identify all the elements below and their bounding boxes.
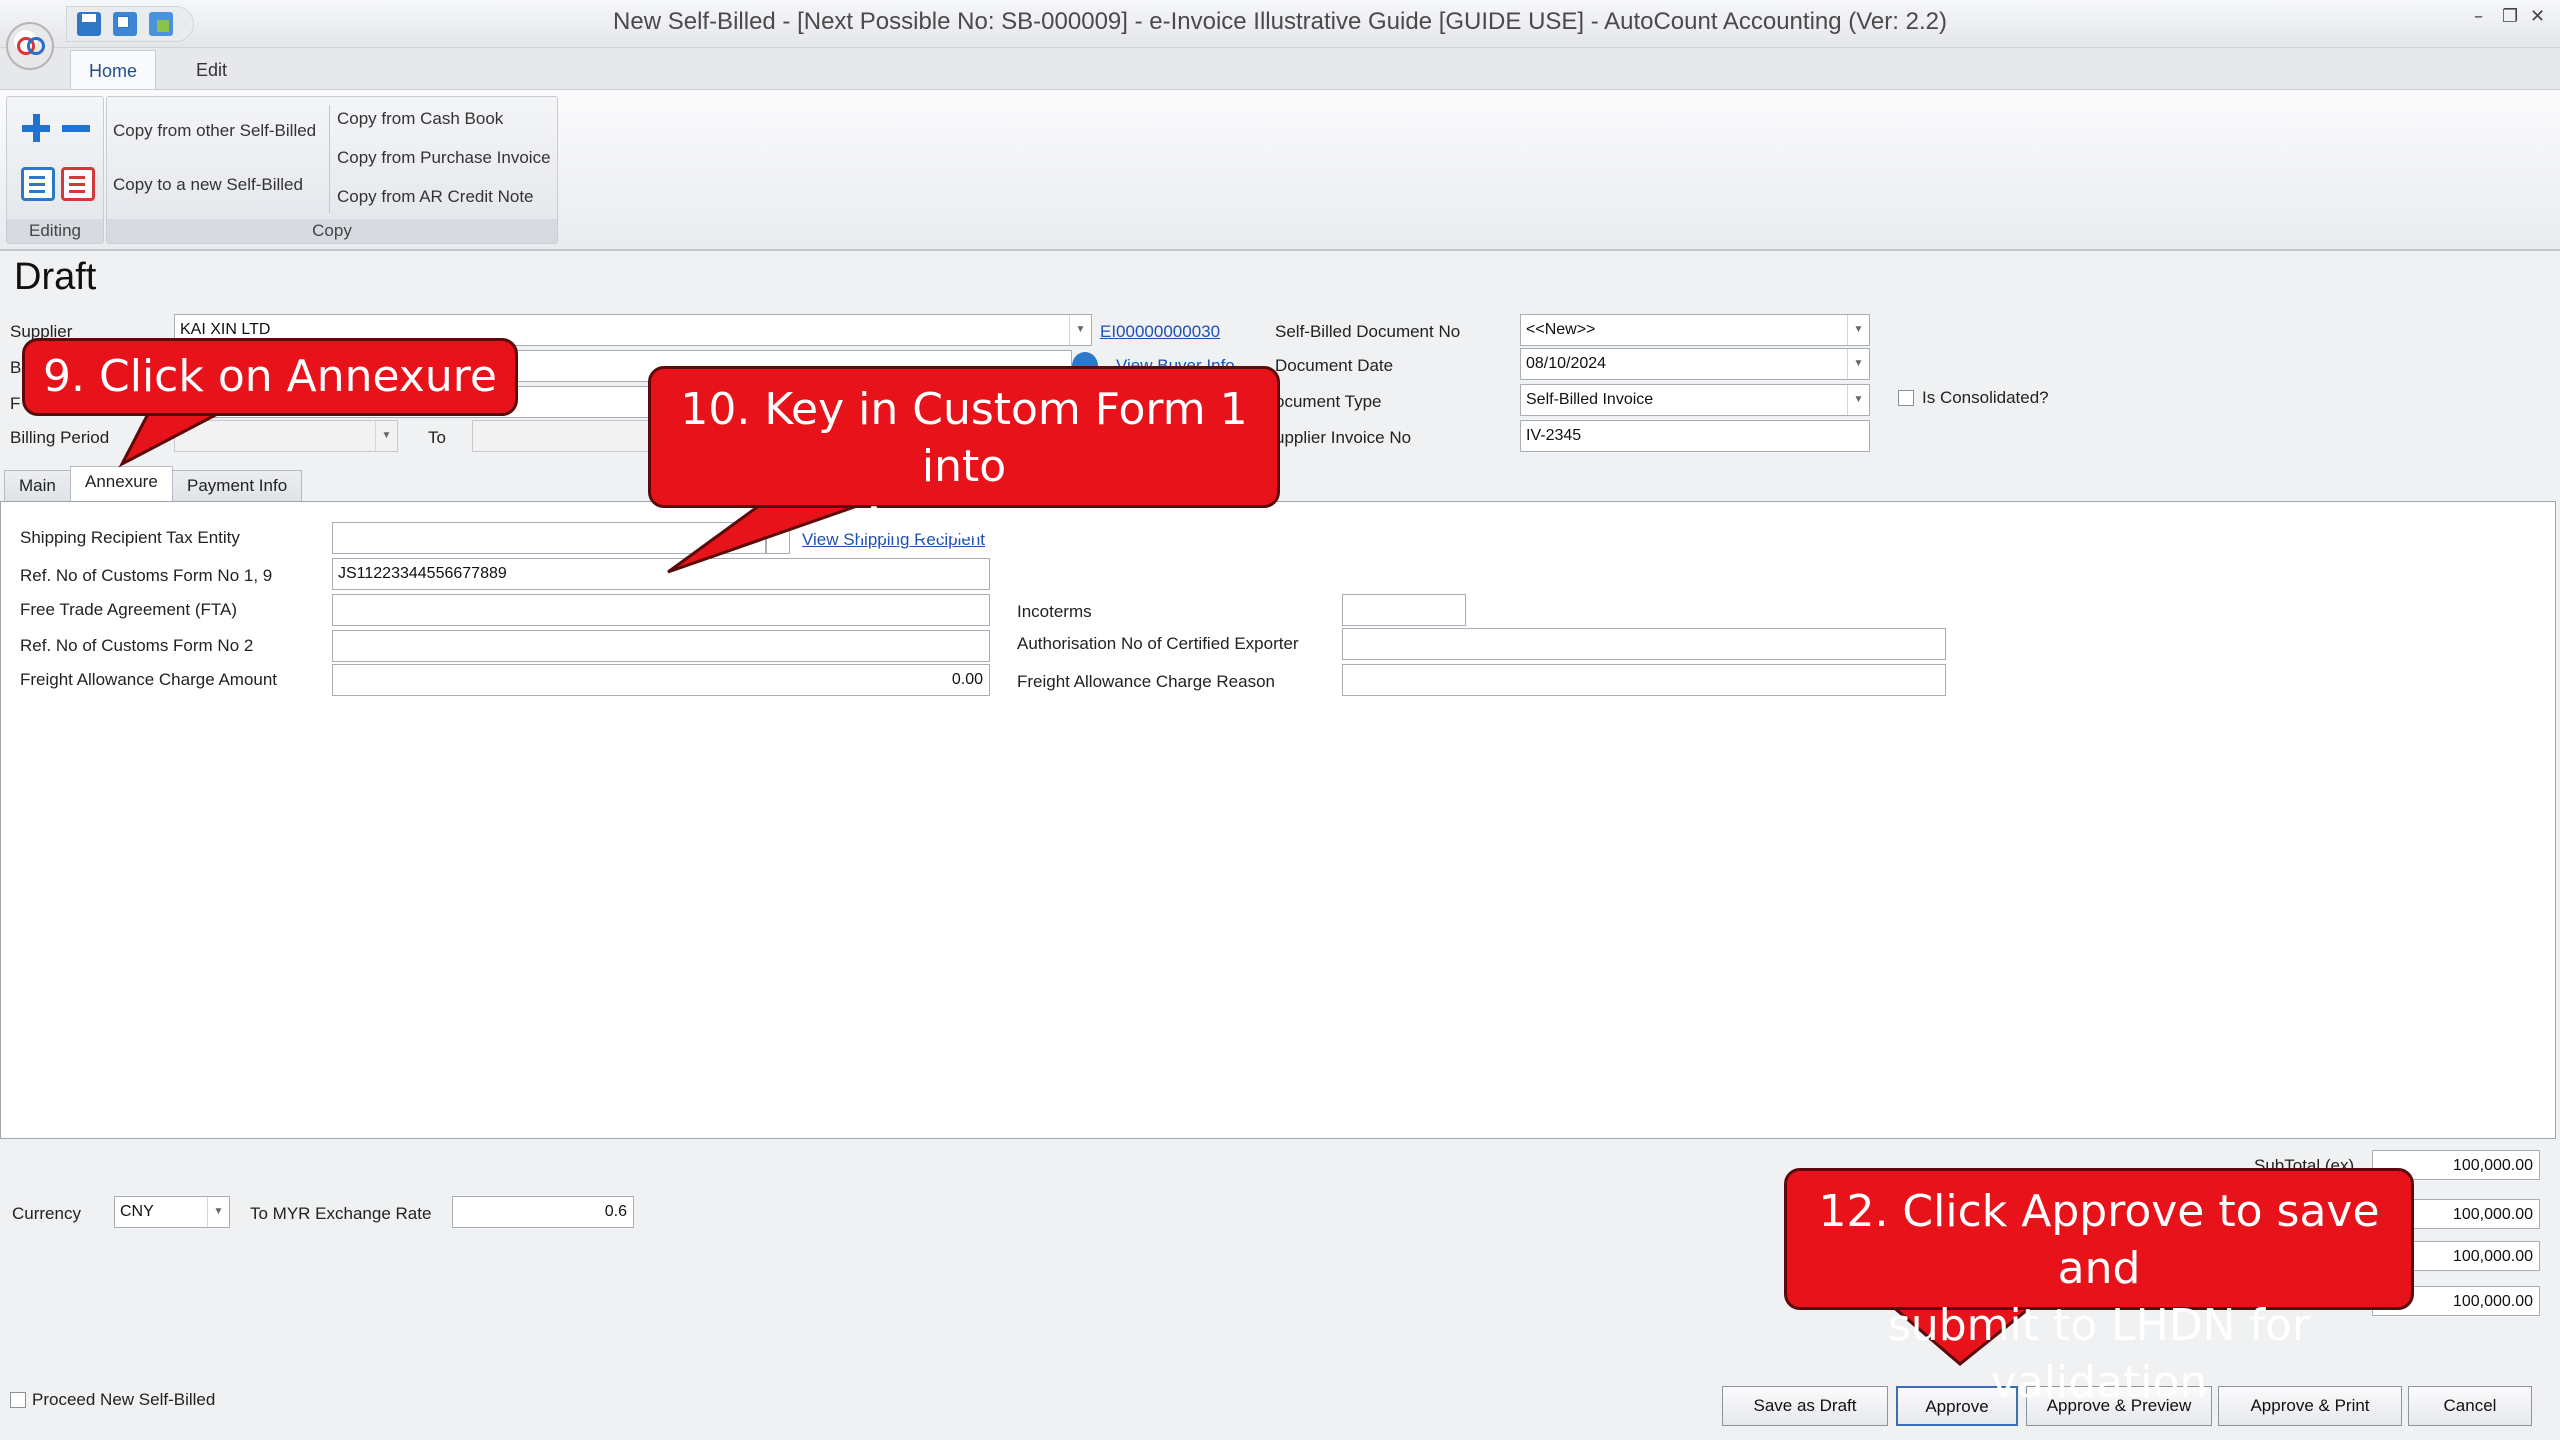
doc-no-value: <<New>> (1526, 321, 1596, 338)
customs-form2-field[interactable] (332, 630, 990, 662)
currency-value: CNY (120, 1203, 154, 1220)
billing-period-label: Billing Period (10, 428, 110, 447)
auth-exporter-field[interactable] (1342, 628, 1946, 660)
doc-date-label: Document Date (1275, 356, 1394, 375)
customs-form1-field[interactable]: JS11223344556677889 (332, 558, 990, 590)
row3-label: F (10, 394, 21, 413)
view-document-icon[interactable] (61, 167, 95, 201)
remove-icon[interactable] (59, 111, 93, 145)
ribbon-group-copy: Copy from other Self-Billed Copy to a ne… (106, 96, 558, 244)
doc-type-label: ocument Type (1275, 392, 1382, 411)
customs-form1-label: Ref. No of Customs Form No 1, 9 (20, 566, 273, 585)
edit-document-icon[interactable] (21, 167, 55, 201)
callout-step9-text: 9. Click on Annexure (43, 351, 497, 402)
doc-type-value: Self-Billed Invoice (1526, 391, 1654, 408)
save-icon[interactable] (77, 12, 101, 36)
doc-date-value: 08/10/2024 (1526, 355, 1607, 372)
save-as-icon[interactable] (113, 12, 137, 36)
fta-label: Free Trade Agreement (FTA) (20, 600, 237, 619)
document-status: Draft (14, 256, 97, 298)
ribbon-group-editing: Editing (6, 96, 104, 244)
chevron-down-icon[interactable]: ▼ (1847, 315, 1869, 345)
chevron-down-icon[interactable]: ▼ (375, 421, 397, 451)
exchange-rate-field[interactable]: 0.6 (452, 1196, 634, 1228)
currency-label: Currency (12, 1204, 81, 1223)
billing-period-to-label: To (428, 428, 446, 447)
cancel-button[interactable]: Cancel (2408, 1386, 2532, 1426)
incoterms-field[interactable] (1342, 594, 1466, 626)
exchange-rate-label: To MYR Exchange Rate (250, 1204, 432, 1223)
freight-reason-label: Freight Allowance Charge Reason (1017, 672, 1275, 691)
ribbon-group-copy-label: Copy (107, 219, 557, 243)
ribbon-tab-home[interactable]: Home (70, 50, 157, 90)
customs-form2-label: Ref. No of Customs Form No 2 (20, 636, 254, 655)
billing-period-from[interactable]: ▼ (174, 420, 398, 452)
chevron-down-icon[interactable]: ▼ (1847, 349, 1869, 379)
currency-field[interactable]: CNY ▼ (114, 1196, 230, 1228)
copy-to-new-self-billed-button[interactable]: Copy to a new Self-Billed (113, 175, 303, 195)
tab-payment-info[interactable]: Payment Info (172, 470, 303, 502)
shipping-recipient-label: Shipping Recipient Tax Entity (20, 528, 240, 547)
copy-from-purchase-invoice-button[interactable]: Copy from Purchase Invoice (337, 148, 551, 168)
chevron-down-icon[interactable]: ▼ (207, 1197, 229, 1227)
save-new-icon[interactable] (149, 12, 173, 36)
ribbon-group-editing-label: Editing (7, 219, 103, 243)
callout-step10-line2: Annexure (858, 498, 1070, 549)
doc-no-field[interactable]: <<New>> ▼ (1520, 314, 1870, 346)
tab-main[interactable]: Main (4, 470, 71, 502)
restore-button[interactable]: ❐ (2502, 6, 2518, 27)
doc-type-field[interactable]: Self-Billed Invoice ▼ (1520, 384, 1870, 416)
minimize-button[interactable]: – (2474, 6, 2483, 27)
fta-field[interactable] (332, 594, 990, 626)
chevron-down-icon[interactable]: ▼ (1069, 315, 1091, 345)
callout-step10: 10. Key in Custom Form 1 into Annexure (648, 366, 1280, 549)
supplier-invoice-label: upplier Invoice No (1275, 428, 1412, 447)
quick-access-toolbar (66, 6, 194, 42)
copy-from-cash-book-button[interactable]: Copy from Cash Book (337, 109, 503, 129)
close-button[interactable]: ✕ (2530, 6, 2545, 27)
supplier-value: KAI XIN LTD (180, 321, 271, 338)
ribbon-separator (329, 105, 330, 213)
chevron-down-icon[interactable]: ▼ (1847, 385, 1869, 415)
callout-step12-line2: submit to LHDN for validation (1887, 1300, 2311, 1408)
app-logo-icon[interactable] (6, 22, 54, 70)
proceed-new-checkbox[interactable] (10, 1392, 26, 1408)
supplier-einvoice-link[interactable]: EI00000000030 (1100, 322, 1220, 342)
freight-reason-field[interactable] (1342, 664, 1946, 696)
callout-step9: 9. Click on Annexure (22, 338, 518, 416)
doc-no-label: Self-Billed Document No (1275, 322, 1461, 341)
doc-date-field[interactable]: 08/10/2024 ▼ (1520, 348, 1870, 380)
callout-step12: 12. Click Approve to save and submit to … (1784, 1168, 2414, 1408)
tab-annexure[interactable]: Annexure (70, 466, 173, 503)
copy-from-other-self-billed-button[interactable]: Copy from other Self-Billed (113, 121, 316, 141)
copy-from-ar-credit-note-button[interactable]: Copy from AR Credit Note (337, 187, 534, 207)
supplier-invoice-field[interactable]: IV-2345 (1520, 420, 1870, 452)
window-title: New Self-Billed - [Next Possible No: SB-… (613, 8, 1947, 35)
is-consolidated-checkbox[interactable] (1898, 390, 1914, 406)
ribbon-tab-edit[interactable]: Edit (178, 50, 245, 90)
freight-amount-field[interactable]: 0.00 (332, 664, 990, 696)
is-consolidated-label: Is Consolidated? (1922, 388, 2049, 407)
freight-amount-label: Freight Allowance Charge Amount (20, 670, 278, 689)
incoterms-label: Incoterms (1017, 602, 1092, 621)
auth-exporter-label: Authorisation No of Certified Exporter (1017, 634, 1299, 653)
ribbon-tab-strip (0, 48, 2560, 90)
add-icon[interactable] (19, 111, 53, 145)
callout-step12-line1: 12. Click Approve to save and (1818, 1186, 2380, 1294)
callout-step10-line1: 10. Key in Custom Form 1 into (680, 384, 1248, 492)
proceed-new-label: Proceed New Self-Billed (32, 1390, 216, 1409)
